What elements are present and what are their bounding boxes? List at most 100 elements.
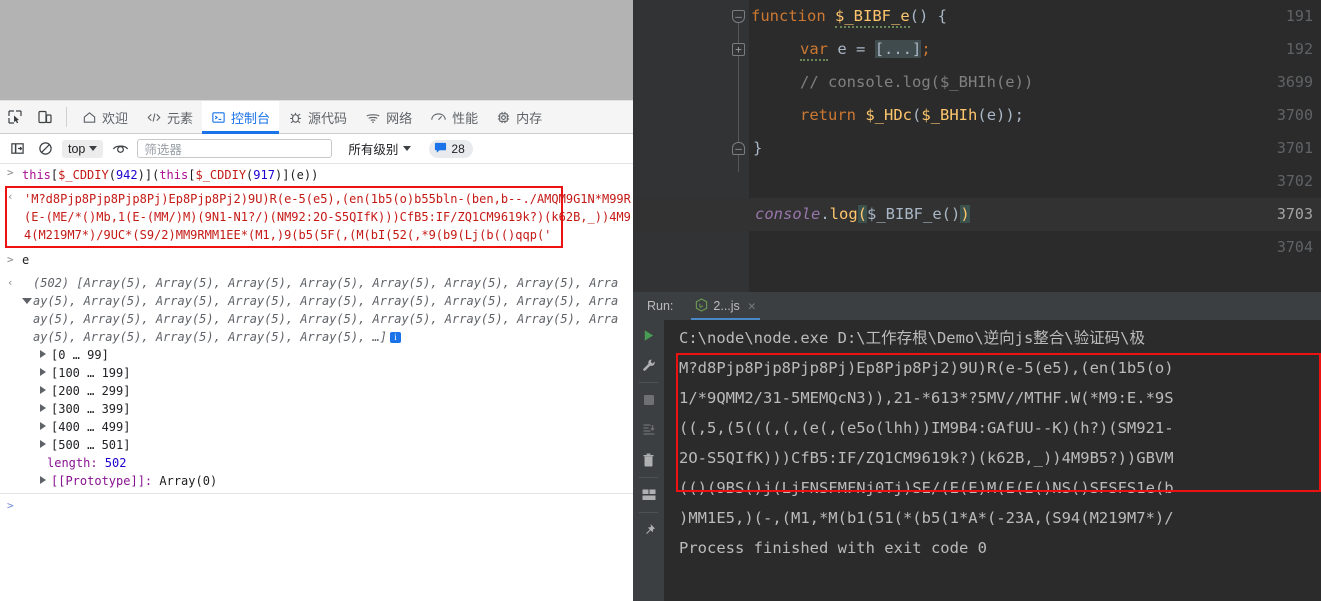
inspect-element-icon[interactable] [0, 104, 30, 130]
line-number: 3700 [1276, 106, 1313, 124]
message-count: 28 [451, 141, 465, 156]
pin-tab-icon[interactable] [633, 515, 664, 545]
output-line-2: 1/*9QMM2/31-5MEMQcN3)),21-*613*?5MV//MTH… [679, 389, 1174, 407]
scroll-to-end-icon[interactable] [633, 415, 664, 445]
caret-line-highlight [633, 198, 1321, 231]
triangle-right-icon [40, 440, 46, 448]
fold-expand-icon[interactable]: + [732, 43, 745, 56]
bucket-label: [300 … 399] [51, 402, 131, 416]
tab-welcome[interactable]: 欢迎 [73, 101, 137, 134]
info-badge-icon[interactable]: i [390, 332, 402, 343]
log-level-value: 所有级别 [348, 143, 399, 157]
token-space3 [856, 106, 865, 124]
live-expression-icon[interactable] [109, 138, 131, 160]
execution-context-select[interactable]: top [62, 139, 104, 158]
clear-console-icon[interactable] [34, 138, 56, 160]
token-call-inner: $_BHIh [921, 106, 978, 124]
output-line-3: ((,5,(5(((,(,(e(,(e5o(lhh))IM9B4:GAfUU--… [679, 419, 1174, 437]
device-toolbar-icon[interactable] [30, 104, 60, 130]
toolbar-divider [639, 512, 658, 513]
trash-delete-icon[interactable] [633, 445, 664, 475]
fold-collapse-end-icon[interactable]: – [732, 142, 745, 155]
prototype-key: [[Prototype]]: [51, 474, 160, 488]
line-number: 3701 [1276, 139, 1313, 157]
tab-performance-label: 性能 [452, 110, 479, 126]
line-number: 3702 [1276, 172, 1313, 190]
array-length-value: 502 [104, 456, 127, 470]
devtools-tab-strip: 欢迎 元素 控制台 源代码 网络 性能 内存 [0, 100, 633, 134]
close-icon[interactable]: ✕ [748, 299, 756, 314]
token-folded-array[interactable]: [...] [874, 40, 922, 58]
output-chevron-icon-2: ‹ [7, 276, 14, 289]
prototype-value: Array(0) [159, 474, 218, 488]
array-bucket-row[interactable]: [500 … 501] [0, 436, 633, 454]
triangle-right-icon [40, 422, 46, 430]
array-bucket-row[interactable]: [200 … 299] [0, 382, 633, 400]
chevron-down-icon [403, 146, 412, 151]
screen-root: 欢迎 元素 控制台 源代码 网络 性能 内存 top 筛选器 所有级别 28 >… [0, 0, 1321, 601]
layout-settings-icon[interactable] [633, 480, 664, 510]
run-tab-name: 2...js [713, 299, 740, 313]
array-preview-line-3: ay(5), Array(5), Array(5), Array(5), Arr… [33, 312, 619, 326]
array-bucket-row[interactable]: [300 … 399] [0, 400, 633, 418]
array-preview-line-2: ay(5), Array(5), Array(5), Array(5), Arr… [33, 294, 619, 308]
console-filter-bar: top 筛选器 所有级别 28 [0, 134, 633, 164]
array-bucket-row[interactable]: [400 … 499] [0, 418, 633, 436]
string-result-line-3: 4(M219M7*)/9UC*(S9/2)MM9RMM1EE*(M1,)9(b5… [24, 228, 552, 242]
array-result-row: ‹ (502) [Array(5), Array(5), Array(5), A… [0, 270, 633, 346]
message-count-badge[interactable]: 28 [429, 139, 473, 158]
tab-elements[interactable]: 元素 [137, 101, 202, 134]
browser-viewport-area [0, 0, 633, 101]
token-call-args: (e)); [977, 106, 1025, 124]
array-bucket-row[interactable]: [100 … 199] [0, 364, 633, 382]
tab-performance[interactable]: 性能 [421, 101, 487, 134]
input-paren2: )]( [137, 168, 160, 182]
triangle-right-icon [40, 404, 46, 412]
chip-icon [496, 110, 511, 125]
log-level-select[interactable]: 所有级别 [344, 137, 415, 160]
console-message-list[interactable]: > this[$_CDDIY(942)](this[$_CDDIY(917)](e… [0, 164, 633, 601]
string-result-row: ‹ 'M?d8Pjp8Pjp8Pjp8Pj)Ep8Pjp8Pj2)9U)R(e-… [0, 185, 633, 248]
array-preview-line-4: ay(5), Array(5), Array(5), Array(5), Arr… [33, 328, 633, 346]
run-configuration-tab[interactable]: 2...js ✕ [691, 292, 760, 320]
tab-console[interactable]: 控制台 [202, 100, 280, 134]
line-number-current: 3703 [1276, 205, 1313, 223]
triangle-down-icon [22, 298, 32, 304]
input-token-id1: $_CDDIY [58, 168, 109, 182]
edit-configuration-wrench-icon[interactable] [633, 350, 664, 380]
wifi-icon [365, 110, 381, 125]
tab-memory[interactable]: 内存 [487, 101, 551, 134]
string-result-annotation-box: 'M?d8Pjp8Pjp8Pjp8Pj)Ep8Pjp8Pj2)9U)R(e-5(… [5, 186, 631, 248]
fold-collapse-icon[interactable]: – [732, 10, 745, 23]
chrome-devtools-panel: 欢迎 元素 控制台 源代码 网络 性能 内存 top 筛选器 所有级别 28 >… [0, 0, 633, 601]
bucket-label: [0 … 99] [51, 348, 109, 362]
stop-square-icon[interactable] [633, 385, 664, 415]
filter-placeholder: 筛选器 [144, 143, 182, 157]
code-line-var-decl: var e = [...]; [800, 33, 931, 66]
run-panel-toolbar [633, 320, 664, 601]
code-line-close-brace: } [753, 139, 763, 157]
show-console-sidebar-icon[interactable] [6, 138, 28, 160]
run-console-output[interactable]: C:\node\node.exe D:\工作存根\Demo\逆向js整合\验证码… [664, 320, 1321, 601]
output-line-5: (()(9BS()j(LjFNSFMFNj0Tj)SE/(E(E)M(E(E()… [679, 479, 1174, 497]
array-prototype-row[interactable]: [[Prototype]]: Array(0) [0, 472, 633, 490]
line-number: 3699 [1276, 73, 1313, 91]
code-editor[interactable]: – + – 191 192 3699 3700 3701 3702 3703 3… [633, 0, 1321, 292]
console-filter-input[interactable]: 筛选器 [137, 139, 333, 158]
tab-network-label: 网络 [386, 110, 413, 126]
array-bucket-row[interactable]: [0 … 99] [0, 346, 633, 364]
array-expand-toggle[interactable] [22, 292, 37, 310]
console-prompt[interactable]: > [0, 494, 633, 512]
output-line-4: 2O-S5QIfK)))CfB5:IF/ZQ1CM9619k?)(k62B,_)… [679, 449, 1174, 467]
token-parens: () { [909, 7, 947, 25]
tab-network[interactable]: 网络 [356, 101, 421, 134]
gauge-icon [430, 110, 447, 125]
token-invoke: $_BIBF_e() [867, 205, 961, 223]
tab-sources[interactable]: 源代码 [279, 101, 356, 134]
token-paren-open: ( [912, 106, 922, 124]
token-dot: . [820, 205, 830, 223]
console-input-echo-2: > e [0, 247, 633, 270]
rerun-play-icon[interactable] [633, 320, 664, 350]
tab-welcome-label: 欢迎 [102, 110, 129, 126]
token-function-name: $_BIBF_e [835, 7, 910, 28]
